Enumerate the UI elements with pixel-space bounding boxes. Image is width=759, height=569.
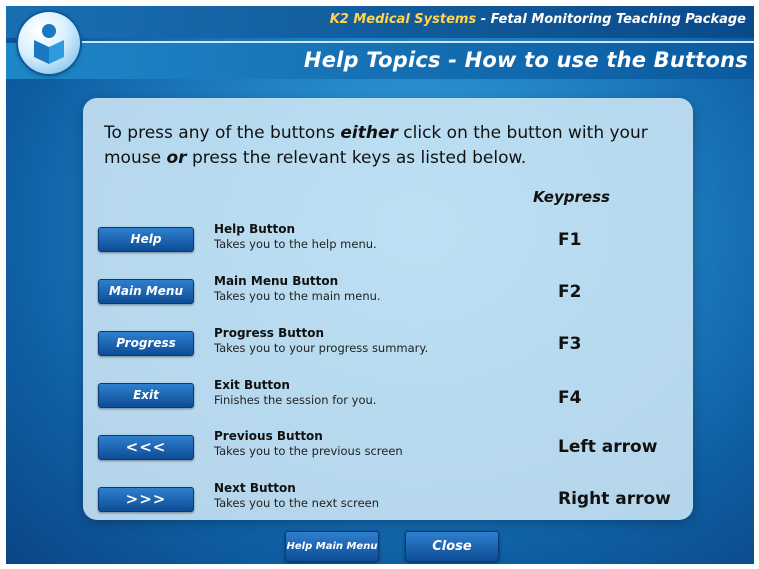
next-button-desc: Takes you to the next screen (214, 496, 380, 510)
next-button[interactable]: >>> (98, 487, 194, 512)
main-menu-keypress: F2 (558, 282, 582, 302)
app-logo-icon (18, 12, 80, 74)
main-menu-button-desc: Takes you to the main menu. (214, 289, 381, 303)
help-button[interactable]: Help (98, 227, 194, 252)
previous-button-desc: Takes you to the previous screen (214, 444, 403, 458)
next-keypress: Right arrow (558, 489, 671, 509)
intro-part-3: press the relevant keys as listed below. (186, 148, 527, 168)
next-row: >>> Next Button Takes you to the next sc… (6, 481, 754, 525)
main-menu-button-title: Main Menu Button (214, 274, 339, 288)
progress-row: Progress Progress Button Takes you to yo… (6, 326, 754, 370)
previous-row: <<< Previous Button Takes you to the pre… (6, 429, 754, 473)
brand-separator: - (476, 12, 491, 27)
intro-part-1: To press any of the buttons (104, 123, 341, 143)
exit-button-desc: Finishes the session for you. (214, 393, 377, 407)
help-button-desc: Takes you to the help menu. (214, 237, 377, 251)
progress-keypress: F3 (558, 334, 582, 354)
product-name: Fetal Monitoring Teaching Package (490, 12, 746, 27)
help-main-menu-button[interactable]: Help Main Menu (285, 531, 379, 562)
exit-row: Exit Exit Button Finishes the session fo… (6, 378, 754, 422)
help-keypress: F1 (558, 230, 582, 250)
page-title: Help Topics - How to use the Buttons (303, 48, 748, 72)
app-window: K2 Medical Systems - Fetal Monitoring Te… (0, 0, 759, 569)
intro-either: either (340, 123, 398, 143)
exit-button[interactable]: Exit (98, 383, 194, 408)
previous-button[interactable]: <<< (98, 435, 194, 460)
previous-button-title: Previous Button (214, 429, 323, 443)
intro-text: To press any of the buttons either click… (104, 121, 684, 171)
help-button-title: Help Button (214, 222, 296, 236)
progress-button-title: Progress Button (214, 326, 325, 340)
main-menu-button[interactable]: Main Menu (98, 279, 194, 304)
progress-button-desc: Takes you to your progress summary. (214, 341, 429, 355)
previous-keypress: Left arrow (558, 437, 658, 457)
intro-or: or (166, 148, 187, 168)
brand-line: K2 Medical Systems - Fetal Monitoring Te… (330, 12, 746, 27)
keypress-header: Keypress (533, 188, 610, 206)
main-menu-row: Main Menu Main Menu Button Takes you to … (6, 274, 754, 318)
close-button[interactable]: Close (405, 531, 499, 562)
screen: K2 Medical Systems - Fetal Monitoring Te… (6, 6, 754, 564)
logo-figure-icon (34, 24, 64, 64)
progress-button[interactable]: Progress (98, 331, 194, 356)
next-button-title: Next Button (214, 481, 296, 495)
help-row: Help Help Button Takes you to the help m… (6, 222, 754, 266)
exit-button-title: Exit Button (214, 378, 290, 392)
company-name: K2 Medical Systems (329, 12, 477, 27)
exit-keypress: F4 (558, 388, 582, 408)
